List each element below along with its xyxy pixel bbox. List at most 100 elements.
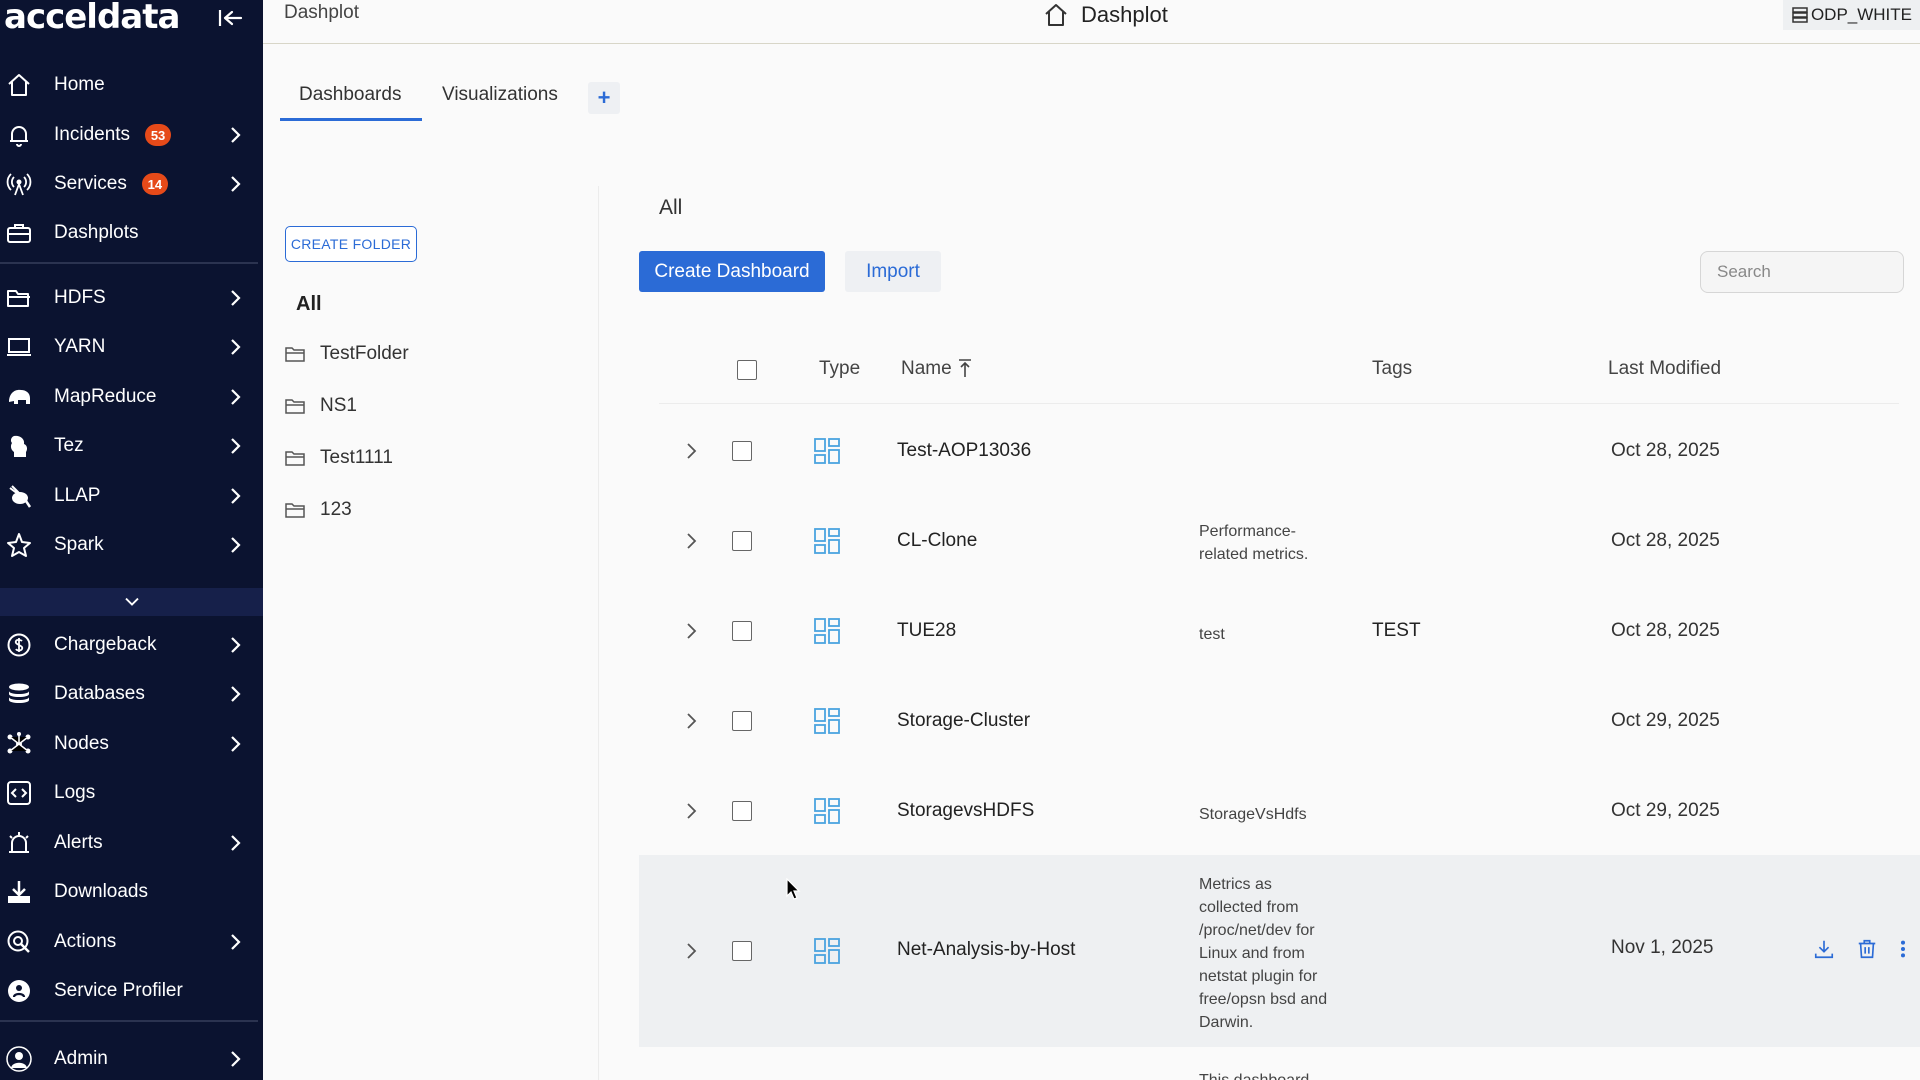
row-name[interactable]: Storage-Cluster: [897, 710, 1030, 732]
dashboard-icon: [814, 618, 840, 644]
column-header-name[interactable]: Name: [901, 358, 973, 380]
services-count-badge: 14: [141, 173, 168, 195]
tab-dashboards[interactable]: Dashboards: [299, 84, 401, 106]
chevron-right-icon: [225, 484, 245, 508]
chevron-right-icon[interactable]: [681, 799, 701, 823]
sidebar-item-label: Home: [54, 74, 105, 95]
delete-button[interactable]: [1853, 935, 1881, 963]
chevron-right-icon: [225, 385, 245, 409]
folder-all[interactable]: All: [296, 293, 322, 316]
sidebar-item-logs[interactable]: Logs: [0, 771, 263, 815]
collapse-sidebar-button[interactable]: [216, 6, 244, 30]
download-button[interactable]: [1810, 935, 1838, 963]
elephant-icon: [2, 383, 36, 411]
chevron-right-icon: [225, 533, 245, 557]
sidebar-item-service-profiler[interactable]: Service Profiler: [0, 969, 263, 1013]
row-name[interactable]: TUE28: [897, 620, 956, 642]
row-checkbox[interactable]: [732, 941, 752, 961]
table-row[interactable]: Storage-Cluster Oct 29, 2025: [639, 682, 1920, 760]
expand-more-button[interactable]: [0, 588, 263, 616]
create-dashboard-button[interactable]: Create Dashboard: [639, 251, 825, 292]
page-title-group: Dashplot: [1043, 2, 1168, 28]
import-button[interactable]: Import: [845, 251, 941, 292]
folder-panel: [264, 186, 599, 1080]
row-checkbox[interactable]: [732, 711, 752, 731]
sidebar-item-hdfs[interactable]: HDFS: [0, 276, 263, 320]
tenant-name: ODP_WHITE: [1810, 5, 1912, 24]
tenant-selector[interactable]: ODP_WHITE: [1782, 0, 1920, 30]
chevron-right-icon: [225, 123, 245, 147]
collapse-left-icon: [218, 10, 243, 26]
sidebar-item-label: Alerts: [54, 832, 103, 853]
row-checkbox[interactable]: [732, 621, 752, 641]
active-tab-indicator: [280, 118, 422, 121]
row-name[interactable]: Test-AOP13036: [897, 440, 1031, 462]
download-icon: [2, 878, 36, 906]
search-input[interactable]: [1700, 251, 1904, 293]
folder-item[interactable]: 123: [284, 495, 352, 525]
dashboard-icon: [814, 938, 840, 964]
table-row[interactable]: This dashboard: [639, 1047, 1920, 1080]
sidebar-item-databases[interactable]: Databases: [0, 672, 263, 716]
table-row[interactable]: TUE28 test TEST Oct 28, 2025: [639, 592, 1920, 670]
sidebar-item-llap[interactable]: LLAP: [0, 474, 263, 518]
chevron-right-icon[interactable]: [681, 939, 701, 963]
chevron-right-icon: [225, 434, 245, 458]
sidebar-item-label: Spark: [54, 534, 104, 555]
dashboard-icon: [814, 438, 840, 464]
sidebar-item-label: Actions: [54, 931, 117, 952]
sidebar-item-nodes[interactable]: Nodes: [0, 722, 263, 766]
sidebar-item-chargeback[interactable]: Chargeback: [0, 623, 263, 667]
table-row[interactable]: Test-AOP13036 Oct 28, 2025: [639, 412, 1920, 490]
breadcrumb[interactable]: Dashplot: [284, 2, 359, 24]
sidebar-item-label: Tez: [54, 435, 84, 456]
folder-item[interactable]: NS1: [284, 391, 357, 421]
sidebar-item-admin[interactable]: Admin: [0, 1037, 263, 1080]
database-icon: [2, 680, 36, 708]
folder-icon: [285, 451, 305, 466]
folder-label: NS1: [320, 395, 357, 416]
chevron-right-icon: [225, 335, 245, 359]
sidebar-item-services[interactable]: Services 14: [0, 162, 263, 206]
sidebar-item-label: Logs: [54, 782, 96, 803]
folder-open-icon: [2, 284, 36, 312]
chevron-right-icon[interactable]: [681, 529, 701, 553]
sidebar-item-label: MapReduce: [54, 386, 157, 407]
sidebar-item-label: YARN: [54, 336, 106, 357]
select-all-checkbox[interactable]: [737, 360, 757, 380]
chevron-right-icon[interactable]: [681, 439, 701, 463]
row-name[interactable]: Net-Analysis-by-Host: [897, 939, 1075, 961]
row-name[interactable]: StoragevsHDFS: [897, 800, 1034, 822]
chevron-right-icon[interactable]: [681, 619, 701, 643]
bell-icon: [2, 121, 36, 149]
sidebar-item-tez[interactable]: Tez: [0, 424, 263, 468]
more-options-button[interactable]: [1889, 935, 1917, 963]
dashboard-icon: [814, 528, 840, 554]
row-checkbox[interactable]: [732, 531, 752, 551]
sidebar-item-label: Databases: [54, 683, 145, 704]
create-folder-button[interactable]: CREATE FOLDER: [285, 226, 417, 262]
table-row[interactable]: StoragevsHDFS StorageVsHdfs Oct 29, 2025: [639, 772, 1920, 850]
add-tab-button[interactable]: +: [588, 82, 620, 114]
app-logo: acceldata: [4, 0, 180, 37]
sidebar-item-actions[interactable]: Actions: [0, 920, 263, 964]
chevron-right-icon: [225, 682, 245, 706]
sidebar-item-dashplots[interactable]: Dashplots: [0, 211, 263, 255]
sidebar-item-spark[interactable]: Spark: [0, 523, 263, 567]
sidebar-item-yarn[interactable]: YARN: [0, 325, 263, 369]
sidebar-item-downloads[interactable]: Downloads: [0, 870, 263, 914]
row-checkbox[interactable]: [732, 801, 752, 821]
table-row[interactable]: CL-Clone Performance-related metrics. Oc…: [639, 502, 1920, 580]
sidebar-item-incidents[interactable]: Incidents 53: [0, 113, 263, 157]
sidebar-item-home[interactable]: Home: [0, 63, 263, 107]
table-row[interactable]: Net-Analysis-by-Host Metrics as collecte…: [639, 855, 1920, 1047]
tab-visualizations[interactable]: Visualizations: [442, 84, 558, 106]
row-name[interactable]: CL-Clone: [897, 530, 977, 552]
chevron-right-icon[interactable]: [681, 709, 701, 733]
sidebar-item-mapreduce[interactable]: MapReduce: [0, 375, 263, 419]
actions-icon: [2, 928, 36, 956]
sidebar-item-alerts[interactable]: Alerts: [0, 821, 263, 865]
folder-item[interactable]: TestFolder: [284, 339, 409, 369]
folder-item[interactable]: Test1111: [284, 443, 393, 473]
row-checkbox[interactable]: [732, 441, 752, 461]
